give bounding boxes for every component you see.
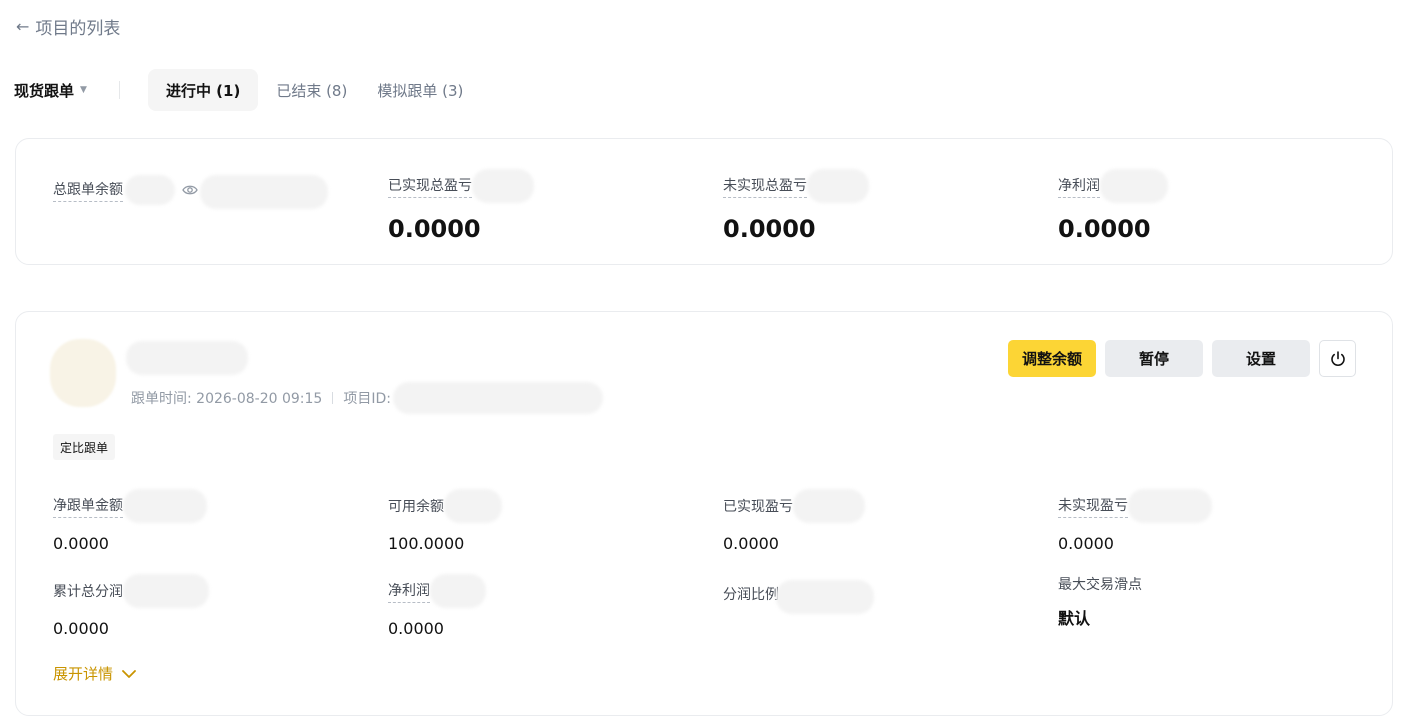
stat-label: 分润比例 [723, 586, 779, 603]
stat-value: 默认 [1058, 609, 1091, 628]
summary-unrealized: 未实现总盈亏 0.0000 [723, 169, 869, 243]
eye-icon[interactable] [181, 181, 199, 199]
net-profit-label: 净利润 [1058, 175, 1100, 198]
stat-value: 0.0000 [388, 619, 444, 638]
copy-mode-tag: 定比跟单 [53, 434, 116, 460]
tab-in-progress[interactable]: 进行中 (1) [147, 69, 259, 111]
arrow-left-icon: ← [16, 17, 30, 36]
currency-selector-blurred[interactable] [793, 489, 865, 523]
stat-label: 未实现盈亏 [1058, 495, 1128, 518]
expand-details-link[interactable]: 展开详情 [53, 663, 137, 684]
stat-net-profit: 净利润 0.0000 [388, 574, 486, 638]
stat-value: 100.0000 [388, 534, 465, 553]
tabs-divider [118, 81, 120, 99]
copy-type-label: 现货跟单 [14, 81, 75, 100]
stat-label: 累计总分润 [53, 584, 123, 600]
stat-available: 可用余额 100.0000 [388, 489, 502, 553]
total-balance-value-hidden [200, 175, 329, 209]
realized-total-label: 已实现总盈亏 [388, 175, 472, 198]
summary-card: 总跟单余额 已实现总盈亏 0.0000 未实现总盈亏 0.0000 净利润 0.… [15, 138, 1393, 265]
back-to-project-list[interactable]: ← 项目的列表 [16, 14, 120, 39]
stat-label: 净跟单金额 [53, 495, 123, 518]
settings-button[interactable]: 设置 [1212, 340, 1310, 377]
caret-down-icon: ▼ [80, 85, 87, 95]
back-label: 项目的列表 [35, 19, 121, 39]
stat-label: 可用余额 [388, 499, 444, 515]
currency-selector-blurred[interactable] [430, 574, 486, 608]
avatar [50, 339, 116, 407]
currency-selector-blurred[interactable] [444, 489, 502, 523]
currency-selector-blurred[interactable] [472, 169, 534, 203]
expand-label: 展开详情 [53, 665, 114, 683]
stat-label: 最大交易滑点 [1058, 577, 1142, 593]
power-button[interactable] [1319, 340, 1356, 377]
stat-max-slippage: 最大交易滑点 默认 [1058, 574, 1142, 629]
project-actions: 调整余额 暂停 设置 [1008, 340, 1356, 377]
project-id-label: 项目ID: [343, 391, 391, 407]
trader-name-hidden [126, 341, 248, 375]
stat-share-ratio: 分润比例 [723, 574, 875, 614]
stat-total-share: 累计总分润 0.0000 [53, 574, 209, 638]
stat-realized: 已实现盈亏 0.0000 [723, 489, 865, 553]
unrealized-total-label: 未实现总盈亏 [723, 175, 807, 198]
tab-simulated[interactable]: 模拟跟单 (3) [365, 69, 475, 111]
copy-type-dropdown[interactable]: 现货跟单 ▼ [14, 80, 87, 101]
currency-selector-blurred[interactable] [125, 175, 175, 205]
currency-selector-blurred[interactable] [1100, 169, 1168, 203]
share-ratio-hidden [776, 580, 875, 614]
copy-time: 跟单时间: 2026-08-20 09:15 [131, 391, 323, 407]
total-balance-label: 总跟单余额 [53, 179, 123, 202]
summary-realized: 已实现总盈亏 0.0000 [388, 169, 534, 243]
tabs-bar: 现货跟单 ▼ 进行中 (1) 已结束 (8) 模拟跟单 (3) [14, 69, 481, 111]
project-card: 跟单时间: 2026-08-20 09:15 项目ID: 调整余额 暂停 设置 … [15, 311, 1393, 716]
stat-label: 净利润 [388, 580, 430, 603]
net-profit-value: 0.0000 [1058, 215, 1151, 243]
stat-label: 已实现盈亏 [723, 499, 793, 515]
realized-total-value: 0.0000 [388, 215, 481, 243]
stat-value: 0.0000 [723, 534, 779, 553]
project-meta: 跟单时间: 2026-08-20 09:15 项目ID: [131, 382, 603, 414]
stat-value: 0.0000 [53, 534, 109, 553]
stat-value: 0.0000 [1058, 534, 1114, 553]
currency-selector-blurred[interactable] [123, 489, 207, 523]
summary-total-balance: 总跟单余额 [53, 169, 329, 209]
currency-selector-blurred[interactable] [1128, 489, 1212, 523]
stat-value: 0.0000 [53, 619, 109, 638]
stat-unrealized: 未实现盈亏 0.0000 [1058, 489, 1212, 553]
chevron-down-icon [122, 669, 136, 678]
meta-divider [332, 392, 334, 404]
stat-net-amount: 净跟单金额 0.0000 [53, 489, 207, 553]
tab-ended[interactable]: 已结束 (8) [264, 69, 359, 111]
pause-button[interactable]: 暂停 [1105, 340, 1203, 377]
project-id-hidden [392, 382, 603, 414]
power-icon [1330, 350, 1345, 366]
currency-selector-blurred[interactable] [807, 169, 869, 203]
currency-selector-blurred[interactable] [123, 574, 209, 608]
adjust-balance-button[interactable]: 调整余额 [1008, 340, 1096, 377]
unrealized-total-value: 0.0000 [723, 215, 816, 243]
summary-net-profit: 净利润 0.0000 [1058, 169, 1168, 243]
